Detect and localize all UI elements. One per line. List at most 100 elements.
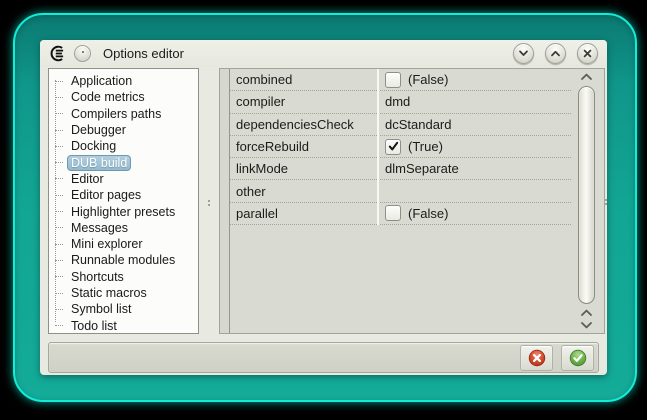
tree-branch-icon xyxy=(55,194,63,196)
window-title: Options editor xyxy=(103,46,184,61)
sidebar-splitter[interactable] xyxy=(199,67,219,338)
sidebar-item[interactable]: Shortcuts xyxy=(55,269,198,285)
scroll-up-button-bottom[interactable] xyxy=(575,307,597,319)
property-name: compiler xyxy=(236,94,286,110)
property-value[interactable]: (False) xyxy=(408,206,448,221)
sidebar-item-label: Shortcuts xyxy=(71,269,124,284)
sidebar-tree: Application Code metrics Compilers paths… xyxy=(49,69,198,333)
scrollbar-thumb[interactable] xyxy=(577,86,595,304)
tree-branch-icon xyxy=(55,80,63,82)
property-row[interactable]: dependenciesCheck dcStandard xyxy=(230,114,571,136)
sidebar-item-label: Compilers paths xyxy=(71,106,162,121)
sidebar-item-label: Editor pages xyxy=(71,188,142,203)
sidebar-item-label: DUB build xyxy=(67,154,132,171)
window-frame: Options editor Application Code metrics xyxy=(13,13,637,402)
titlebar-menu-button[interactable] xyxy=(74,45,91,62)
property-rows: combined (False) compiler dmd dependenci… xyxy=(230,69,571,333)
property-row[interactable]: other xyxy=(230,180,571,203)
tree-branch-icon xyxy=(55,113,63,115)
sidebar-item[interactable]: DUB build xyxy=(55,154,198,171)
sidebar-item-label: Messages xyxy=(71,220,128,235)
property-row[interactable]: forceRebuild (True) xyxy=(230,136,571,159)
value-checkbox[interactable] xyxy=(385,205,401,222)
tree-branch-icon xyxy=(55,162,63,164)
property-value[interactable]: (True) xyxy=(408,139,443,154)
sidebar-item[interactable]: Application xyxy=(55,73,198,89)
sidebar-item[interactable]: Docking xyxy=(55,138,198,154)
tree-branch-icon xyxy=(55,276,63,278)
property-value[interactable]: dmd xyxy=(385,94,410,109)
value-checkbox[interactable] xyxy=(385,138,401,155)
sidebar-item-label: Debugger xyxy=(71,123,126,138)
property-value-cell: (False) xyxy=(377,205,571,222)
titlebar[interactable]: Options editor xyxy=(40,40,607,67)
sidebar-item-label: Code metrics xyxy=(71,90,145,105)
property-grid: combined (False) compiler dmd dependenci… xyxy=(219,68,605,334)
sidebar-item-label: Application xyxy=(71,74,133,89)
property-value[interactable]: dlmSeparate xyxy=(385,161,459,176)
accept-button[interactable] xyxy=(561,344,594,371)
options-editor-dialog: Options editor Application Code metrics xyxy=(40,40,607,375)
tree-branch-icon xyxy=(55,227,63,229)
sidebar-item[interactable]: Editor pages xyxy=(55,187,198,203)
dialog-button-bar xyxy=(48,342,599,373)
property-value[interactable]: dcStandard xyxy=(385,117,452,132)
sidebar-item[interactable]: Code metrics xyxy=(55,89,198,105)
chevron-down-icon xyxy=(580,322,592,329)
sidebar-item[interactable]: Static macros xyxy=(55,285,198,301)
property-row[interactable]: combined (False) xyxy=(230,69,571,92)
sidebar-item[interactable]: Highlighter presets xyxy=(55,203,198,219)
cancel-button[interactable] xyxy=(520,344,553,371)
property-grid-gutter xyxy=(220,69,230,333)
property-name: combined xyxy=(236,72,293,88)
property-name: dependenciesCheck xyxy=(236,116,354,132)
content-area: Application Code metrics Compilers paths… xyxy=(40,67,607,338)
property-row[interactable]: linkMode dlmSeparate xyxy=(230,158,571,181)
property-value-cell: dlmSeparate xyxy=(377,161,571,176)
sidebar-item-label: Highlighter presets xyxy=(71,204,176,219)
sidebar-item[interactable]: Editor xyxy=(55,171,198,187)
minimize-button[interactable] xyxy=(513,43,534,64)
property-row[interactable]: parallel (False) xyxy=(230,203,571,226)
tree-branch-icon xyxy=(55,292,63,294)
tree-branch-icon xyxy=(55,308,63,310)
right-edge-grip-icon[interactable] xyxy=(605,199,607,205)
tree-branch-icon xyxy=(55,178,63,180)
sidebar-item-label: Static macros xyxy=(71,286,147,300)
tree-branch-icon xyxy=(55,243,63,245)
property-value-cell: (False) xyxy=(377,71,571,88)
close-button[interactable] xyxy=(577,43,598,64)
checkmark-icon xyxy=(388,141,398,151)
sidebar-item[interactable]: Debugger xyxy=(55,122,198,138)
property-name: linkMode xyxy=(236,161,289,177)
vertical-scrollbar[interactable] xyxy=(575,71,597,331)
property-value-cell: dmd xyxy=(377,94,571,109)
tree-branch-icon xyxy=(55,325,63,327)
sidebar-item[interactable]: Messages xyxy=(55,220,198,236)
column-separator[interactable] xyxy=(377,69,379,225)
value-checkbox[interactable] xyxy=(385,71,401,88)
sidebar-item[interactable]: Todo list xyxy=(55,317,198,333)
property-name: forceRebuild xyxy=(236,139,309,155)
chevron-up-icon xyxy=(580,309,592,316)
tree-branch-icon xyxy=(55,259,63,261)
sidebar-item-label: Editor xyxy=(71,171,104,186)
sidebar-item-label: Docking xyxy=(71,139,117,154)
accept-circle-icon xyxy=(569,349,586,366)
property-value-cell: dcStandard xyxy=(377,117,571,132)
tree-branch-icon xyxy=(55,145,63,147)
property-row[interactable]: compiler dmd xyxy=(230,91,571,114)
sidebar-item-label: Runnable modules xyxy=(71,253,176,268)
scroll-down-button[interactable] xyxy=(575,319,597,331)
sidebar-item[interactable]: Runnable modules xyxy=(55,252,198,268)
scroll-up-button[interactable] xyxy=(575,71,597,83)
splitter-grip-icon xyxy=(208,199,210,206)
tree-branch-icon xyxy=(55,211,63,213)
sidebar-item[interactable]: Mini explorer xyxy=(55,236,198,252)
close-icon xyxy=(583,49,592,58)
sidebar-item[interactable]: Symbol list xyxy=(55,301,198,317)
maximize-button[interactable] xyxy=(545,43,566,64)
property-value-cell: (True) xyxy=(377,138,571,155)
property-value[interactable]: (False) xyxy=(408,72,448,87)
sidebar-item[interactable]: Compilers paths xyxy=(55,106,198,122)
